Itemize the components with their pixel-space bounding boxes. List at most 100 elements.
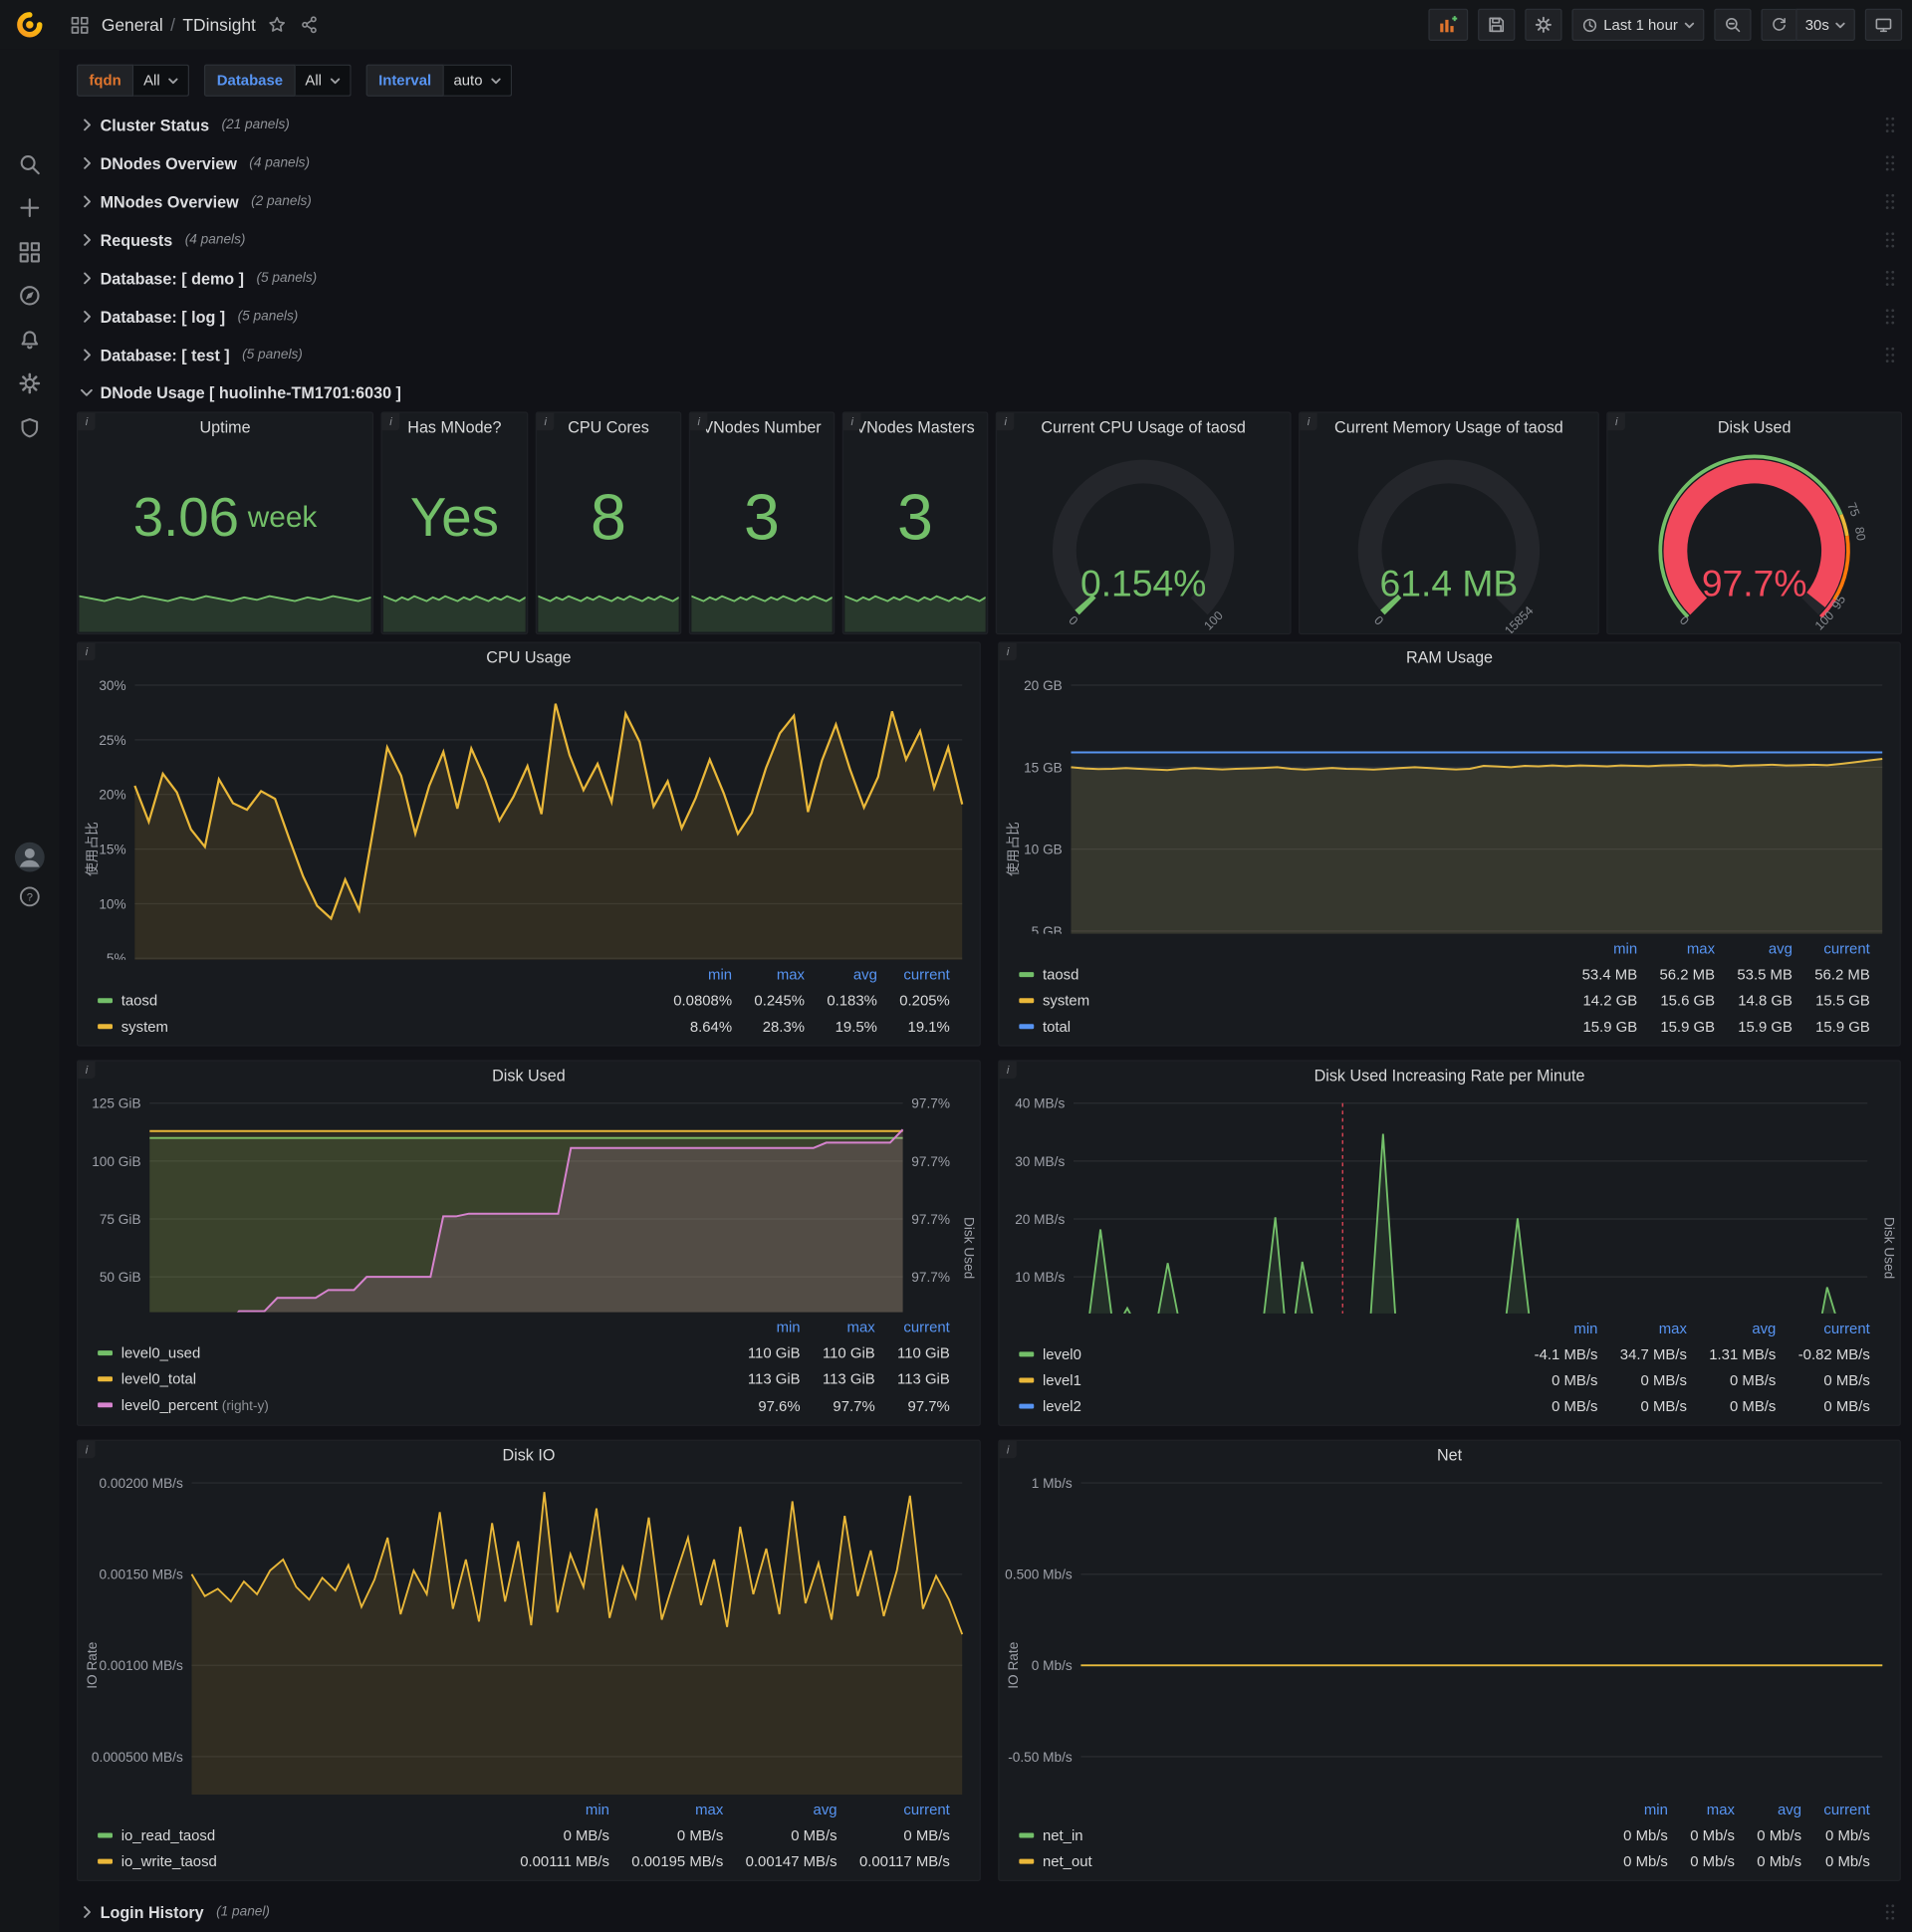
variable-database[interactable]: Database All bbox=[204, 64, 352, 97]
panel-info-icon[interactable]: i bbox=[381, 412, 400, 431]
dashboard-row-dnode-usage[interactable]: DNode Usage [ huolinhe-TM1701:6030 ] bbox=[77, 377, 1901, 407]
share-icon[interactable] bbox=[301, 16, 318, 34]
row-drag-handle[interactable] bbox=[1885, 193, 1896, 210]
dashboard-row-cluster-status[interactable]: Cluster Status (21 panels) bbox=[77, 109, 1901, 140]
dashboard-row-requests[interactable]: Requests (4 panels) bbox=[77, 224, 1901, 256]
chart-canvas[interactable]: 0%5%10%15%20%25%30%01:0001:0501:1001:150… bbox=[78, 673, 979, 960]
dashboard-row-login-history[interactable]: Login History (1 panel) bbox=[77, 1896, 1901, 1928]
variable-value-dropdown[interactable]: auto bbox=[443, 64, 513, 97]
caret-down-icon bbox=[491, 77, 501, 84]
row-drag-handle[interactable] bbox=[1885, 1903, 1896, 1920]
time-range-picker[interactable]: Last 1 hour bbox=[1570, 8, 1704, 41]
explore-icon[interactable] bbox=[0, 285, 60, 307]
add-panel-button[interactable] bbox=[1427, 8, 1468, 41]
row-drag-handle[interactable] bbox=[1885, 347, 1896, 363]
gauge-panel-disk-used: i Disk Used 0 100 75 80 95 97.7% bbox=[1606, 411, 1903, 635]
user-avatar[interactable] bbox=[0, 842, 60, 873]
chart-canvas[interactable]: 0 GiB97.6%25 GiB97.7%50 GiB97.7%75 GiB97… bbox=[78, 1090, 979, 1313]
create-icon[interactable] bbox=[0, 196, 60, 218]
chart-legend[interactable]: min max current level0_used 110 GiB 110 GiB 11… bbox=[78, 1313, 979, 1425]
panel-info-icon[interactable]: i bbox=[78, 1061, 96, 1079]
row-title: DNode Usage [ huolinhe-TM1701:6030 ] bbox=[100, 382, 401, 402]
breadcrumb-folder[interactable]: General bbox=[102, 15, 163, 35]
stat-unit: week bbox=[247, 500, 318, 535]
panel-info-icon[interactable]: i bbox=[999, 1440, 1017, 1459]
row-drag-handle[interactable] bbox=[1885, 308, 1896, 325]
panel-title[interactable]: Disk Used bbox=[1607, 413, 1900, 443]
stat-value: 3.06 bbox=[132, 487, 240, 549]
panel-title[interactable]: Disk IO bbox=[78, 1441, 979, 1471]
variable-fqdn[interactable]: fqdn All bbox=[76, 64, 190, 97]
chart-canvas[interactable]: 0 MB/s0.000500 MB/s0.00100 MB/s0.00150 M… bbox=[78, 1471, 979, 1796]
row-drag-handle[interactable] bbox=[1885, 154, 1896, 171]
panel-title[interactable]: Has MNode? bbox=[382, 413, 527, 443]
alerting-icon[interactable] bbox=[0, 329, 60, 351]
chart-legend[interactable]: min max avg current io_read_taosd 0 MB/s 0 MB/… bbox=[78, 1795, 979, 1880]
dashboards-icon[interactable] bbox=[0, 241, 60, 263]
chart-canvas[interactable]: -10 MB/s0 MB/s10 MB/s20 MB/s30 MB/s40 MB… bbox=[999, 1090, 1899, 1314]
configuration-icon[interactable] bbox=[0, 372, 60, 394]
chart-canvas[interactable]: 0 MB5 GB10 GB15 GB20 GB01:0001:0501:1001… bbox=[999, 673, 1899, 934]
row-drag-handle[interactable] bbox=[1885, 117, 1896, 133]
refresh-interval-dropdown[interactable]: 30s bbox=[1794, 8, 1855, 41]
panel-info-icon[interactable]: i bbox=[1607, 412, 1625, 431]
panel-info-icon[interactable]: i bbox=[999, 1061, 1017, 1079]
zoom-out-button[interactable] bbox=[1713, 8, 1752, 41]
search-icon[interactable] bbox=[0, 153, 60, 175]
panel-title[interactable]: Current Memory Usage of taosd bbox=[1300, 413, 1597, 443]
variable-value-dropdown[interactable]: All bbox=[133, 64, 190, 97]
help-icon[interactable]: ? bbox=[0, 885, 60, 907]
panel-info-icon[interactable]: i bbox=[1300, 412, 1317, 431]
panel-title[interactable]: CPU Usage bbox=[78, 643, 979, 673]
grafana-logo[interactable] bbox=[14, 9, 46, 41]
variable-value-dropdown[interactable]: All bbox=[295, 64, 352, 97]
variable-interval[interactable]: Interval auto bbox=[365, 64, 513, 97]
chart-legend[interactable]: min max avg current net_in 0 Mb/s 0 Mb/s 0 Mb/s… bbox=[999, 1795, 1899, 1880]
row-drag-handle[interactable] bbox=[1885, 270, 1896, 287]
save-dashboard-button[interactable] bbox=[1477, 8, 1515, 41]
panel-info-icon[interactable]: i bbox=[842, 412, 861, 431]
dashboard-row-mnodes-overview[interactable]: MNodes Overview (2 panels) bbox=[77, 185, 1901, 217]
cycle-view-button[interactable] bbox=[1864, 8, 1903, 41]
caret-down-icon bbox=[1684, 22, 1694, 28]
refresh-button[interactable] bbox=[1761, 8, 1795, 41]
dashboard-row-database-log[interactable]: Database: [ log ] (5 panels) bbox=[77, 301, 1901, 333]
svg-text:20%: 20% bbox=[99, 788, 125, 803]
breadcrumb-dashboard[interactable]: TDinsight bbox=[182, 15, 255, 35]
panel-title[interactable]: Disk Used Increasing Rate per Minute bbox=[999, 1062, 1899, 1091]
panel-info-icon[interactable]: i bbox=[999, 642, 1017, 661]
svg-text:Disk Used: Disk Used bbox=[962, 1217, 977, 1279]
server-admin-icon[interactable] bbox=[0, 417, 60, 439]
panel-title[interactable]: VNodes Masters bbox=[843, 413, 987, 443]
stat-value: 3 bbox=[897, 482, 933, 555]
chevron-right-icon bbox=[77, 272, 97, 285]
panel-info-icon[interactable]: i bbox=[536, 412, 555, 431]
panel-title[interactable]: VNodes Number bbox=[690, 413, 834, 443]
dashboard-row-database-test[interactable]: Database: [ test ] (5 panels) bbox=[77, 339, 1901, 370]
panel-title[interactable]: Uptime bbox=[78, 413, 372, 443]
panel-info-icon[interactable]: i bbox=[689, 412, 708, 431]
panel-info-icon[interactable]: i bbox=[996, 412, 1015, 431]
chart-legend[interactable]: min max avg current taosd 0.0808% 0.245% 0.183%… bbox=[78, 960, 979, 1046]
dashboard-row-database-demo[interactable]: Database: [ demo ] (5 panels) bbox=[77, 262, 1901, 294]
panel-title[interactable]: CPU Cores bbox=[537, 413, 680, 443]
chart-legend[interactable]: min max avg current taosd 53.4 MB 56.2 MB 53.5 … bbox=[999, 934, 1899, 1046]
dashboard-row-dnodes-overview[interactable]: DNodes Overview (4 panels) bbox=[77, 147, 1901, 179]
svg-text:0.00150 MB/s: 0.00150 MB/s bbox=[100, 1568, 183, 1582]
star-icon[interactable] bbox=[268, 16, 285, 33]
svg-text:0: 0 bbox=[1066, 613, 1080, 628]
panel-title[interactable]: Net bbox=[999, 1441, 1899, 1471]
chart-legend[interactable]: min max avg current level0 -4.1 MB/s 34.7 MB/s… bbox=[999, 1314, 1899, 1425]
panel-info-icon[interactable]: i bbox=[78, 1440, 96, 1459]
panel-info-icon[interactable]: i bbox=[78, 642, 96, 661]
panel-title[interactable]: Disk Used bbox=[78, 1062, 979, 1091]
svg-text:97.7%: 97.7% bbox=[911, 1096, 950, 1111]
panel-info-icon[interactable]: i bbox=[78, 412, 96, 431]
row-drag-handle[interactable] bbox=[1885, 231, 1896, 248]
svg-text:25%: 25% bbox=[99, 733, 125, 748]
panel-title[interactable]: RAM Usage bbox=[999, 643, 1899, 673]
chart-canvas[interactable]: -1 Mb/s-0.50 Mb/s0 Mb/s0.500 Mb/s1 Mb/s0… bbox=[999, 1471, 1899, 1795]
panel-title[interactable]: Current CPU Usage of taosd bbox=[997, 413, 1290, 443]
stat-value-wrap: 3 bbox=[690, 443, 834, 595]
dashboard-settings-button[interactable] bbox=[1524, 8, 1562, 41]
